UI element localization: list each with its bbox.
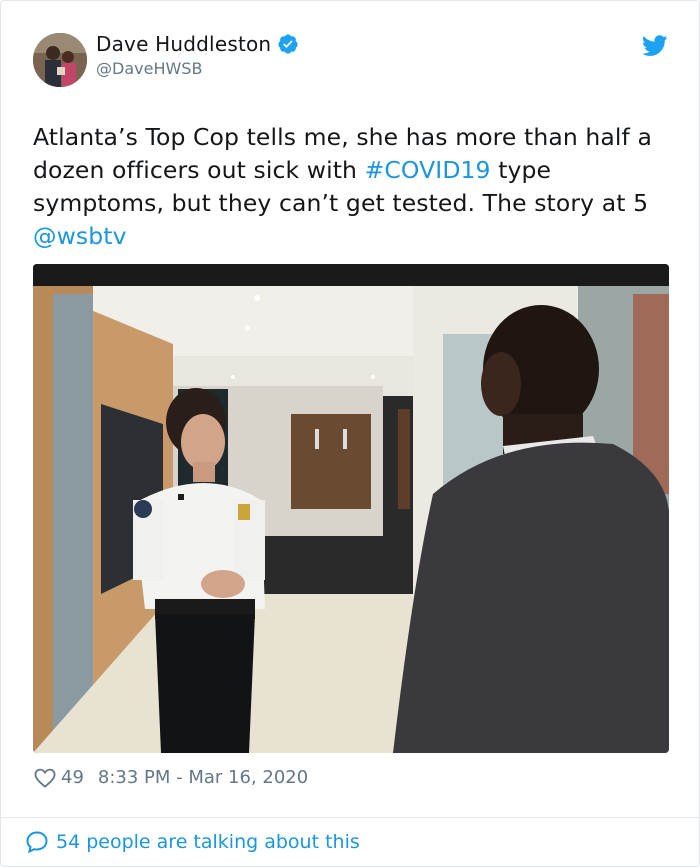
- tweet-photo[interactable]: [33, 264, 669, 753]
- tweet-meta: 49 8:33 PM - Mar 16, 2020: [34, 767, 308, 788]
- like-count[interactable]: 49: [61, 767, 84, 788]
- hashtag-link[interactable]: #COVID19: [365, 156, 491, 184]
- author-display-name[interactable]: Dave Huddleston: [96, 32, 271, 56]
- mention-link[interactable]: @wsbtv: [33, 222, 127, 250]
- tweet-text-part-1: Atlanta’s Top Cop tells me, she has more…: [33, 123, 652, 184]
- author-handle[interactable]: @DaveHWSB: [96, 59, 202, 78]
- tweet-timestamp[interactable]: 8:33 PM - Mar 16, 2020: [98, 767, 308, 788]
- verified-badge-icon: [278, 34, 298, 54]
- conversation-label[interactable]: 54 people are talking about this: [56, 831, 360, 853]
- author-name-row[interactable]: Dave Huddleston: [96, 32, 299, 56]
- speech-bubble-icon: [26, 831, 48, 854]
- tweet-text: Atlanta’s Top Cop tells me, she has more…: [33, 121, 673, 253]
- photo: [33, 264, 669, 753]
- twitter-bird-icon[interactable]: [642, 35, 668, 57]
- conversation-link[interactable]: 54 people are talking about this: [25, 830, 360, 854]
- profile-photo: [33, 33, 87, 87]
- avatar[interactable]: [33, 33, 87, 87]
- heart-icon[interactable]: [34, 768, 56, 788]
- tweet-card: Dave Huddleston @DaveHWSB Atlanta’s Top …: [0, 0, 700, 867]
- divider: [1, 817, 699, 818]
